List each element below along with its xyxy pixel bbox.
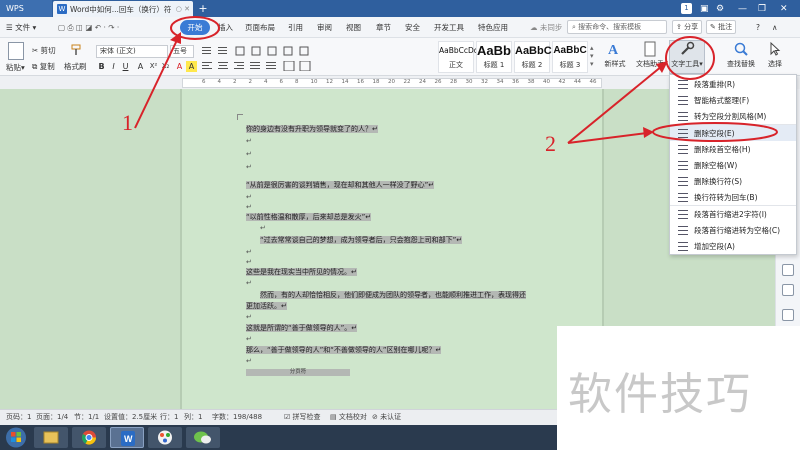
annotation-label-1: 1 (122, 110, 133, 135)
annotation-layer (134, 16, 778, 144)
annotation-arrowhead-2a (656, 61, 668, 73)
annotation-label-2: 2 (545, 131, 556, 156)
annotation-arrow-1 (134, 37, 179, 129)
annotation-arrowhead-2b (643, 127, 654, 138)
annotation-circle-text-tools (665, 36, 715, 80)
annotation-circle-delete-empty (652, 122, 778, 142)
